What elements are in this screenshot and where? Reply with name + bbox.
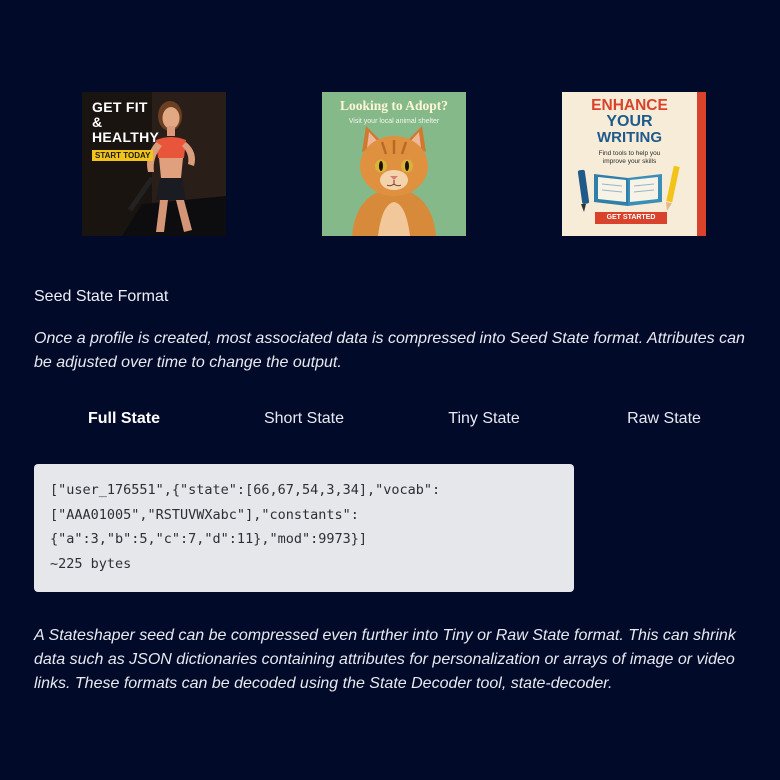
code-line: {"a":3,"b":5,"c":7,"d":11},"mod":9973}] <box>50 531 367 547</box>
code-line: ["user_176551",{"state":[66,67,54,3,34],… <box>50 482 441 498</box>
adopt-title: Looking to Adopt? <box>339 98 449 113</box>
code-line: ["AAA01005","RSTUVWXabc"],"constants": <box>50 506 359 523</box>
start-today-button[interactable]: START TODAY <box>92 150 154 161</box>
writing-ad[interactable]: ENHANCE YOUR WRITING Find tools to help … <box>562 92 706 236</box>
ad-row: GET FIT & HEALTHY START TODAY Looking to… <box>0 92 780 236</box>
headline-line: & <box>92 114 103 130</box>
tab-short-state[interactable]: Short State <box>214 408 394 430</box>
tab-full-state[interactable]: Full State <box>34 408 214 430</box>
section-intro: Once a profile is created, most associat… <box>34 330 745 371</box>
section-title: Seed State Format <box>34 288 169 305</box>
headline-line: HEALTHY <box>92 129 160 145</box>
fitness-ad[interactable]: GET FIT & HEALTHY START TODAY <box>82 92 226 236</box>
fitness-headline: GET FIT & HEALTHY <box>92 100 159 145</box>
outro-text: A Stateshaper seed can be compressed eve… <box>34 627 736 692</box>
tab-raw-state[interactable]: Raw State <box>574 408 754 430</box>
code-size: ~225 bytes <box>50 555 132 572</box>
adopt-ad[interactable]: Looking to Adopt? Visit your local anima… <box>322 92 466 236</box>
seed-code-block[interactable]: ["user_176551",{"state":[66,67,54,3,34],… <box>34 464 574 592</box>
get-started-button[interactable]: GET STARTED <box>595 212 667 224</box>
tab-tiny-state[interactable]: Tiny State <box>394 408 574 430</box>
state-format-tabs: Full State Short State Tiny State Raw St… <box>34 408 754 432</box>
headline-line: GET FIT <box>92 99 148 115</box>
adopt-subtitle: Visit your local animal shelter <box>348 118 440 125</box>
